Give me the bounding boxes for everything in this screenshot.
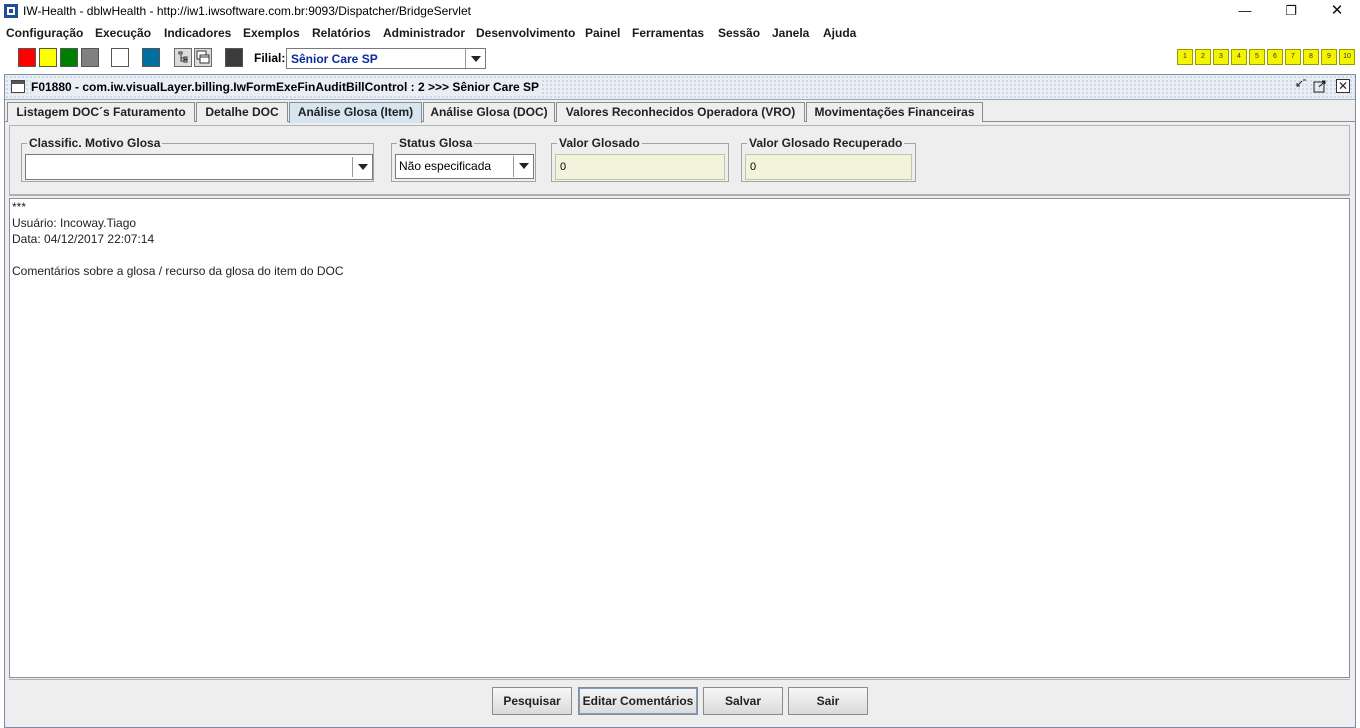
menu-exemplos[interactable]: Exemplos xyxy=(243,26,300,40)
color-swatch-blue[interactable] xyxy=(142,48,160,67)
menu-indicadores[interactable]: Indicadores xyxy=(164,26,231,40)
menu-bar: Configuração Execução Indicadores Exempl… xyxy=(0,24,1360,44)
valor-recuperado-field: 0 xyxy=(745,154,912,180)
window-title: IW-Health - dblwHealth - http://iw1.iwso… xyxy=(23,4,471,18)
dark-square-icon[interactable] xyxy=(225,48,243,67)
quick-button-8[interactable]: 8 xyxy=(1303,49,1319,65)
valor-recuperado-group: Valor Glosado Recuperado 0 xyxy=(741,136,916,182)
tree-icon[interactable] xyxy=(174,48,192,67)
motivo-glosa-group: Classific. Motivo Glosa xyxy=(21,136,374,182)
status-glosa-label: Status Glosa xyxy=(397,136,475,150)
color-swatch-gray[interactable] xyxy=(81,48,99,67)
comment-line: Usuário: Incoway.Tiago xyxy=(12,216,137,230)
menu-administrador[interactable]: Administrador xyxy=(383,26,465,40)
pesquisar-button[interactable]: Pesquisar xyxy=(492,687,572,715)
window-icon xyxy=(11,80,25,93)
filial-label: Filial: xyxy=(254,51,286,65)
editar-comentarios-button[interactable]: Editar Comentários xyxy=(578,687,698,715)
minimize-icon[interactable] xyxy=(1293,79,1307,93)
valor-glosado-group: Valor Glosado 0 xyxy=(551,136,729,182)
status-glosa-select[interactable]: Não especificada xyxy=(395,154,534,179)
toolbar: Filial: Sênior Care SP 1 2 3 4 5 6 7 8 9… xyxy=(0,45,1360,72)
chevron-down-icon[interactable] xyxy=(465,49,485,68)
filial-value: Sênior Care SP xyxy=(291,52,378,66)
menu-painel[interactable]: Painel xyxy=(585,26,620,40)
tab-valores-reconhecidos[interactable]: Valores Reconhecidos Operadora (VRO) xyxy=(556,102,805,122)
color-swatch-white[interactable] xyxy=(111,48,129,67)
salvar-button[interactable]: Salvar xyxy=(703,687,783,715)
quick-button-7[interactable]: 7 xyxy=(1285,49,1301,65)
frame-title: F01880 - com.iw.visualLayer.billing.IwFo… xyxy=(31,80,542,94)
sair-button[interactable]: Sair xyxy=(788,687,868,715)
internal-frame: F01880 - com.iw.visualLayer.billing.IwFo… xyxy=(4,74,1356,728)
minimize-icon[interactable]: — xyxy=(1222,0,1268,23)
close-icon[interactable]: ✕ xyxy=(1336,79,1350,93)
tab-bar: Listagem DOC´s Faturamento Detalhe DOC A… xyxy=(5,101,1355,123)
quick-button-10[interactable]: 10 xyxy=(1339,49,1355,65)
app-icon xyxy=(4,4,18,18)
menu-ajuda[interactable]: Ajuda xyxy=(823,26,856,40)
menu-execucao[interactable]: Execução xyxy=(95,26,151,40)
tab-listagem-docs[interactable]: Listagem DOC´s Faturamento xyxy=(7,102,195,122)
quick-button-4[interactable]: 4 xyxy=(1231,49,1247,65)
windows-icon[interactable] xyxy=(194,48,212,67)
filial-select[interactable]: Sênior Care SP xyxy=(286,48,486,69)
quick-button-3[interactable]: 3 xyxy=(1213,49,1229,65)
valor-glosado-value: 0 xyxy=(560,161,567,173)
menu-relatorios[interactable]: Relatórios xyxy=(312,26,371,40)
menu-janela[interactable]: Janela xyxy=(772,26,809,40)
menu-ferramentas[interactable]: Ferramentas xyxy=(632,26,704,40)
window-title-bar: IW-Health - dblwHealth - http://iw1.iwso… xyxy=(0,0,1360,23)
filter-panel: Classific. Motivo Glosa Status Glosa Não… xyxy=(9,125,1350,195)
quick-button-6[interactable]: 6 xyxy=(1267,49,1283,65)
comments-textarea[interactable]: *** Usuário: Incoway.Tiago Data: 04/12/2… xyxy=(9,198,1350,678)
restore-icon[interactable]: ❐ xyxy=(1268,0,1314,23)
close-icon[interactable]: ✕ xyxy=(1314,0,1360,23)
maximize-icon[interactable] xyxy=(1313,79,1327,93)
valor-glosado-label: Valor Glosado xyxy=(557,136,642,150)
tab-detalhe-doc[interactable]: Detalhe DOC xyxy=(196,102,288,122)
menu-desenvolvimento[interactable]: Desenvolvimento xyxy=(476,26,575,40)
status-glosa-group: Status Glosa Não especificada xyxy=(391,136,536,182)
color-swatch-red[interactable] xyxy=(18,48,36,67)
quick-button-1[interactable]: 1 xyxy=(1177,49,1193,65)
button-bar: Pesquisar Editar Comentários Salvar Sair xyxy=(9,679,1350,723)
tab-analise-glosa-doc[interactable]: Análise Glosa (DOC) xyxy=(423,102,555,122)
valor-glosado-field: 0 xyxy=(555,154,725,180)
valor-recuperado-label: Valor Glosado Recuperado xyxy=(747,136,905,150)
quick-button-2[interactable]: 2 xyxy=(1195,49,1211,65)
menu-sessao[interactable]: Sessão xyxy=(718,26,760,40)
chevron-down-icon[interactable] xyxy=(352,157,372,177)
quick-button-9[interactable]: 9 xyxy=(1321,49,1337,65)
quick-button-5[interactable]: 5 xyxy=(1249,49,1265,65)
color-swatch-green[interactable] xyxy=(60,48,78,67)
motivo-glosa-select[interactable] xyxy=(25,154,373,180)
motivo-glosa-label: Classific. Motivo Glosa xyxy=(27,136,163,150)
tab-analise-glosa-item[interactable]: Análise Glosa (Item) xyxy=(289,102,422,123)
frame-title-bar: F01880 - com.iw.visualLayer.billing.IwFo… xyxy=(5,75,1355,100)
tab-movimentacoes-financeiras[interactable]: Movimentações Financeiras xyxy=(806,102,983,122)
valor-recuperado-value: 0 xyxy=(750,161,757,173)
comment-line: Comentários sobre a glosa / recurso da g… xyxy=(12,264,344,278)
status-glosa-value: Não especificada xyxy=(399,159,492,173)
comment-line: *** xyxy=(12,200,27,214)
comment-line: Data: 04/12/2017 22:07:14 xyxy=(12,232,155,246)
menu-configuracao[interactable]: Configuração xyxy=(6,26,83,40)
color-swatch-yellow[interactable] xyxy=(39,48,57,67)
chevron-down-icon[interactable] xyxy=(513,156,533,177)
